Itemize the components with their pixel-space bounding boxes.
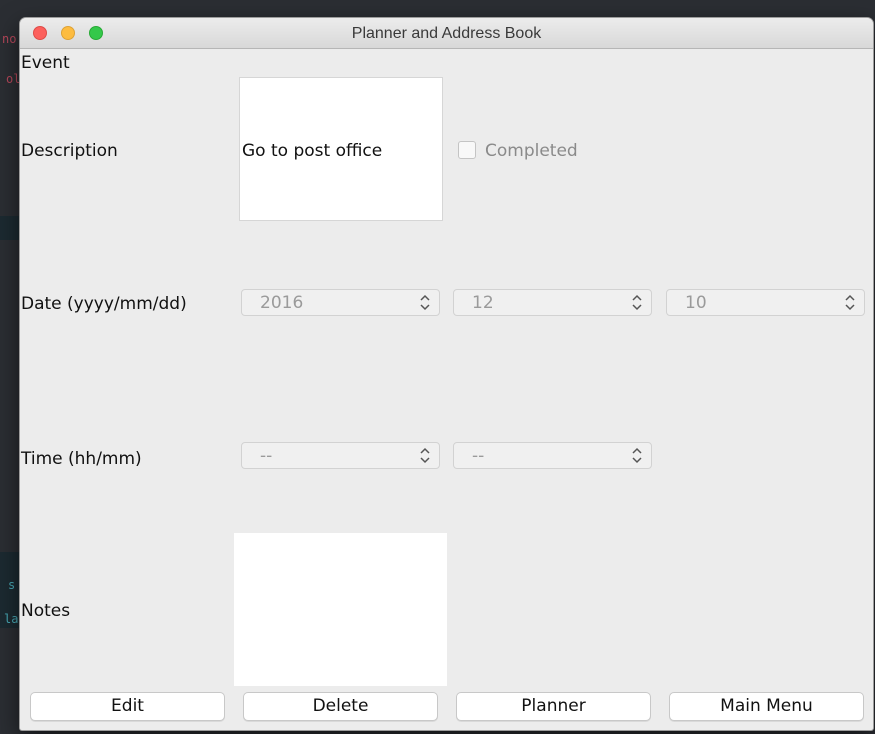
year-value: 2016 (260, 293, 304, 313)
description-textarea[interactable]: Go to post office (239, 77, 443, 221)
edit-button[interactable]: Edit (30, 692, 225, 721)
main-menu-button[interactable]: Main Menu (669, 692, 864, 721)
background-terminal-strip (0, 216, 20, 240)
day-value: 10 (685, 293, 707, 313)
background-text-fragment: no (2, 32, 17, 46)
month-spinner[interactable]: 12 (453, 289, 652, 316)
up-down-arrows-icon[interactable] (419, 446, 431, 465)
time-label: Time (hh/mm) (21, 449, 142, 469)
description-label: Description (21, 141, 118, 161)
completed-label[interactable]: Completed (485, 141, 578, 161)
hour-spinner[interactable]: -- (241, 442, 440, 469)
hour-value: -- (260, 446, 273, 466)
up-down-arrows-icon[interactable] (631, 446, 643, 465)
completed-checkbox[interactable] (458, 141, 476, 159)
event-section-label: Event (21, 53, 70, 73)
delete-button[interactable]: Delete (243, 692, 438, 721)
year-spinner[interactable]: 2016 (241, 289, 440, 316)
notes-textarea[interactable] (234, 533, 447, 686)
month-value: 12 (472, 293, 494, 313)
background-text-fragment: s (8, 578, 16, 592)
description-value: Go to post office (242, 141, 383, 161)
minute-spinner[interactable]: -- (453, 442, 652, 469)
day-spinner[interactable]: 10 (666, 289, 865, 316)
up-down-arrows-icon[interactable] (631, 293, 643, 312)
date-label: Date (yyyy/mm/dd) (21, 294, 187, 314)
planner-button[interactable]: Planner (456, 692, 651, 721)
title-bar[interactable]: Planner and Address Book (20, 18, 873, 49)
app-window: Planner and Address Book Event Descripti… (20, 18, 873, 730)
minute-value: -- (472, 446, 485, 466)
notes-label: Notes (21, 601, 71, 621)
window-title: Planner and Address Book (351, 25, 542, 42)
up-down-arrows-icon[interactable] (419, 293, 431, 312)
up-down-arrows-icon[interactable] (844, 293, 856, 312)
background-text-fragment: la (4, 612, 19, 626)
background-text-fragment: ol (6, 72, 21, 86)
